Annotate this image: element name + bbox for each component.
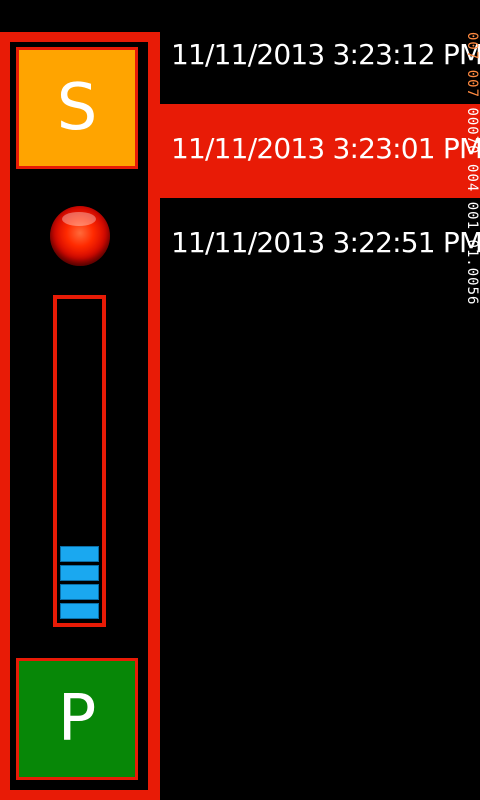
list-item[interactable]: 11/11/2013 3:22:51 PM — [160, 198, 480, 292]
timestamp-text: 11/11/2013 3:23:12 PM — [171, 38, 480, 71]
level-meter — [53, 295, 106, 627]
readout-accent-text: 007 007 — [464, 32, 480, 108]
start-button[interactable]: S — [16, 47, 138, 169]
control-panel-inner: S P — [10, 42, 148, 790]
level-meter-fill — [60, 543, 99, 619]
debug-readout: 007 007 00070 004 001 01.0056 — [462, 32, 480, 402]
list-item[interactable]: 11/11/2013 3:23:12 PM — [160, 10, 480, 104]
control-panel: S P — [0, 32, 160, 800]
readout-plain-text: 00070 004 001 01.0056 — [464, 107, 480, 306]
timestamp-list: 11/11/2013 3:23:12 PM 11/11/2013 3:23:01… — [160, 10, 480, 292]
level-meter-cell — [60, 565, 99, 581]
level-meter-cell — [60, 546, 99, 562]
debug-readout-text: 007 007 00070 004 001 01.0056 — [464, 32, 480, 305]
status-light-icon — [50, 206, 110, 266]
level-meter-cell — [60, 584, 99, 600]
level-meter-cell — [60, 603, 99, 619]
timestamp-text: 11/11/2013 3:22:51 PM — [171, 226, 480, 259]
app-screen: S P 11/11/2013 3:23:12 PM 11/11/2013 3:2… — [0, 0, 480, 800]
timestamp-text: 11/11/2013 3:23:01 PM — [171, 132, 480, 165]
pause-button[interactable]: P — [16, 658, 138, 780]
list-item[interactable]: 11/11/2013 3:23:01 PM — [160, 104, 480, 198]
